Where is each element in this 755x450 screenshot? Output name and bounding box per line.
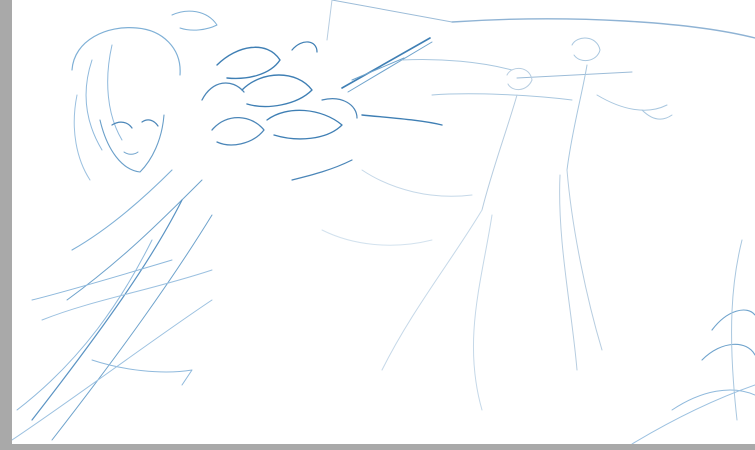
corner-petal-1 bbox=[711, 309, 755, 331]
sketch-artwork bbox=[12, 0, 755, 444]
flower-petal-5 bbox=[211, 117, 265, 146]
figure2-head bbox=[571, 37, 601, 62]
figure2-arm bbox=[596, 94, 668, 111]
lance-stroke-3 bbox=[351, 57, 405, 81]
face-outline bbox=[99, 114, 165, 173]
background-line-left bbox=[326, 0, 333, 41]
flower-ribbon bbox=[361, 114, 443, 126]
figure3-cloth-2 bbox=[321, 229, 433, 246]
dress-line-2 bbox=[41, 269, 213, 321]
corner-petal-3 bbox=[671, 389, 755, 411]
hair-strand-3 bbox=[73, 94, 91, 181]
lower-sweep bbox=[12, 299, 213, 441]
background-line-top bbox=[331, 0, 453, 23]
arm-line-1 bbox=[71, 169, 173, 251]
cape-line-3 bbox=[16, 239, 153, 411]
figure3-torso bbox=[481, 94, 518, 211]
flower-petal-1 bbox=[216, 46, 281, 80]
figure3-leg-2 bbox=[472, 214, 493, 411]
arm-line-2 bbox=[66, 179, 203, 301]
hair-strand-1 bbox=[85, 59, 103, 151]
eye-right bbox=[141, 119, 159, 127]
flower-curl-1 bbox=[291, 41, 318, 53]
lance-stroke-2 bbox=[347, 41, 433, 93]
figure2-leg-2 bbox=[559, 174, 578, 371]
dress-line-1 bbox=[31, 259, 173, 301]
flower-petal-3 bbox=[201, 82, 245, 101]
hair-tie bbox=[171, 10, 218, 31]
figure2-hand bbox=[641, 109, 673, 120]
speed-line-2 bbox=[431, 93, 573, 101]
flower-curl-2 bbox=[321, 98, 358, 119]
background-arc bbox=[451, 18, 755, 39]
hair-strand-2 bbox=[107, 44, 123, 141]
figure3-cloth bbox=[361, 169, 473, 197]
figure2-torso bbox=[566, 64, 588, 171]
flower-petal-2 bbox=[241, 74, 313, 108]
lance-stroke-1 bbox=[341, 37, 431, 89]
figure3-head bbox=[506, 67, 533, 90]
drawing-canvas[interactable] bbox=[12, 0, 755, 444]
figure2-leg-1 bbox=[566, 169, 603, 351]
speed-line-3 bbox=[516, 71, 633, 79]
hair-outline bbox=[71, 27, 181, 76]
flower-petal-4 bbox=[266, 109, 343, 140]
figure3-leg-1 bbox=[381, 209, 483, 371]
flower-stem bbox=[291, 159, 353, 181]
cape-line-1 bbox=[31, 199, 183, 421]
mouth bbox=[123, 151, 139, 155]
speed-line-1 bbox=[401, 58, 513, 71]
corner-petal-2 bbox=[701, 343, 755, 361]
skirt-fold bbox=[91, 359, 193, 386]
cape-line-2 bbox=[51, 214, 213, 441]
